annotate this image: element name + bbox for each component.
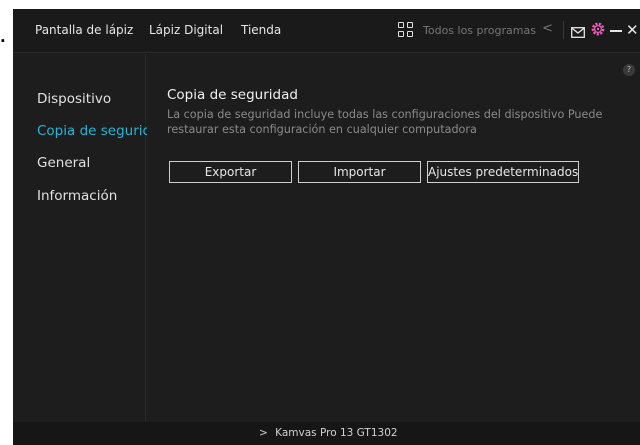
title-bar: Pantalla de lápiz Lápiz Digital Tienda T… bbox=[13, 9, 640, 53]
chevron-left-icon[interactable]: < bbox=[542, 21, 553, 36]
chevron-right-icon: > bbox=[259, 427, 268, 439]
mail-icon[interactable] bbox=[571, 23, 585, 38]
import-button[interactable]: Importar bbox=[298, 161, 421, 183]
gear-icon[interactable] bbox=[590, 21, 606, 37]
status-bar: > Kamvas Pro 13 GT1302 bbox=[13, 422, 640, 445]
default-settings-button[interactable]: Ajustes predeterminados bbox=[427, 161, 579, 183]
sidebar-item-device[interactable]: Dispositivo bbox=[37, 91, 111, 107]
page-title: Copia de seguridad bbox=[167, 87, 298, 103]
all-programs-link[interactable]: Todos los programas bbox=[423, 24, 536, 37]
title-divider bbox=[563, 21, 564, 39]
tab-pen-display[interactable]: Pantalla de lápiz bbox=[35, 23, 133, 37]
close-icon[interactable]: ✕ bbox=[626, 22, 640, 38]
list-marker: . bbox=[0, 28, 6, 46]
tab-store[interactable]: Tienda bbox=[241, 23, 281, 37]
device-selector[interactable]: > Kamvas Pro 13 GT1302 bbox=[259, 427, 398, 439]
sidebar-item-general[interactable]: General bbox=[37, 155, 90, 171]
apps-grid-icon[interactable] bbox=[398, 22, 414, 38]
export-button[interactable]: Exportar bbox=[169, 161, 292, 183]
app-window: Pantalla de lápiz Lápiz Digital Tienda T… bbox=[13, 9, 640, 445]
sidebar-item-backup[interactable]: Copia de segurid... bbox=[37, 123, 164, 139]
page-description: La copia de seguridad incluye todas las … bbox=[167, 108, 603, 136]
sidebar: Dispositivo Copia de segurid... General … bbox=[13, 54, 164, 422]
page: . Pantalla de lápiz Lápiz Digital Tienda… bbox=[0, 0, 640, 445]
tab-pen-tablet[interactable]: Lápiz Digital bbox=[149, 23, 223, 37]
device-name: Kamvas Pro 13 GT1302 bbox=[275, 427, 398, 439]
help-icon[interactable]: ? bbox=[623, 64, 635, 76]
minimize-icon[interactable] bbox=[610, 30, 622, 32]
sidebar-item-information[interactable]: Información bbox=[37, 188, 117, 204]
main-panel: ? Copia de seguridad La copia de segurid… bbox=[147, 54, 640, 422]
